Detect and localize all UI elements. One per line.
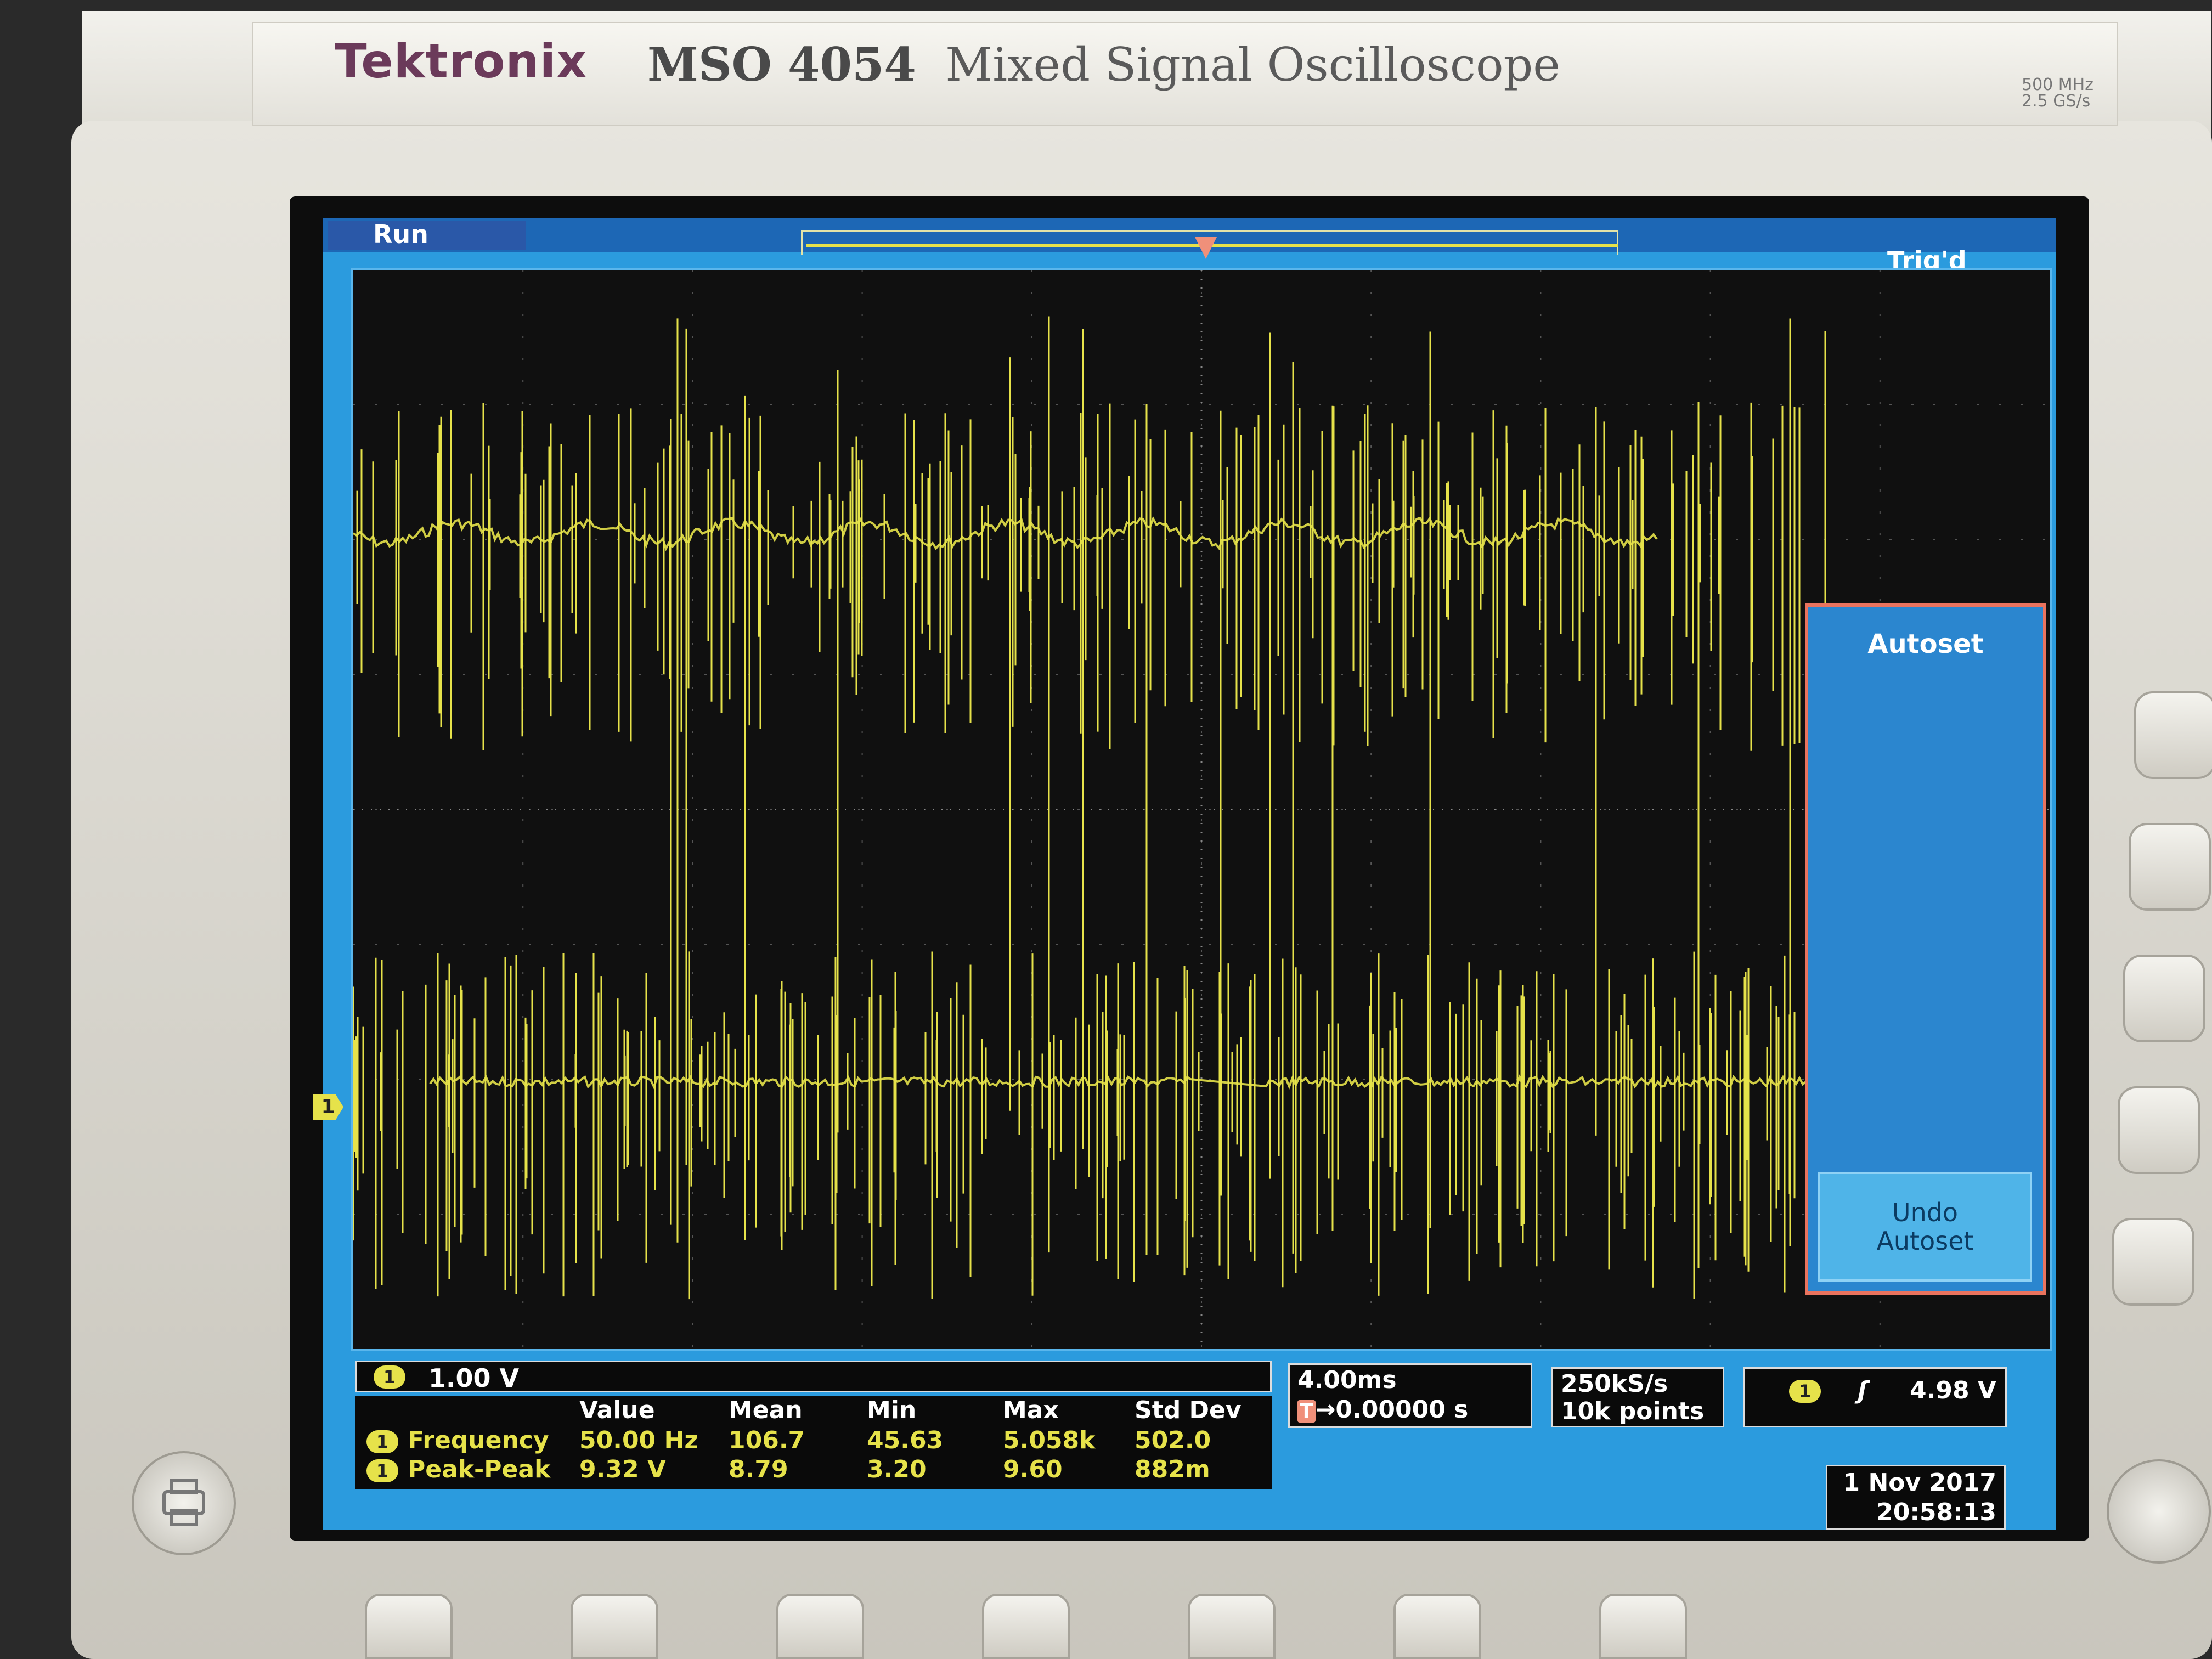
meas-row-1-name: Frequency xyxy=(408,1426,549,1454)
bottom-menu-button-4[interactable] xyxy=(982,1594,1070,1659)
meas-row-2-mean: 8.79 xyxy=(729,1455,788,1483)
side-menu-autoset: Autoset Undo Autoset xyxy=(1805,603,2046,1295)
spec-bandwidth: 500 MHz xyxy=(2022,75,2094,94)
meas-row-1-mean: 106.7 xyxy=(729,1426,805,1454)
timebase-delay: T→0.00000 s xyxy=(1297,1396,1468,1424)
model-number: MSO 4054 xyxy=(647,37,916,92)
print-button[interactable] xyxy=(132,1451,236,1555)
channel-scale-value: 1.00 V xyxy=(428,1363,520,1393)
meas-row-1-std-dev: 502.0 xyxy=(1135,1426,1211,1454)
spec-sample-rate: 2.5 GS/s xyxy=(2022,92,2091,111)
undo-autoset-button[interactable]: Undo Autoset xyxy=(1818,1172,2032,1282)
date-time-readout: 1 Nov 2017 20:58:13 xyxy=(1826,1465,2006,1530)
side-menu-button-2[interactable] xyxy=(2129,823,2211,911)
meas-row-2-max: 9.60 xyxy=(1003,1455,1063,1483)
side-menu-title: Autoset xyxy=(1867,629,1984,659)
channel-1-waveform xyxy=(353,316,1826,1300)
meas-row-1-min: 45.63 xyxy=(867,1426,944,1454)
meas-row-2-value: 9.32 V xyxy=(579,1455,666,1483)
acquisition-readout[interactable]: 250kS/s 10k points xyxy=(1551,1367,1724,1427)
meas-row-1-value: 50.00 Hz xyxy=(579,1426,698,1454)
bottom-menu-button-3[interactable] xyxy=(776,1594,864,1659)
sample-rate: 250kS/s xyxy=(1561,1370,1668,1398)
meas-header-std-dev: Std Dev xyxy=(1135,1396,1242,1424)
channel-scale-readout[interactable]: 1 1.00 V xyxy=(356,1361,1272,1393)
measurement-readout[interactable]: Value Mean Min Max Std Dev 1 Frequency 5… xyxy=(356,1396,1272,1489)
trigger-delay-icon: T xyxy=(1297,1400,1316,1423)
acq-state-label: Run xyxy=(373,219,428,249)
date-label: 1 Nov 2017 xyxy=(1843,1469,1996,1497)
meas-row-2-min: 3.20 xyxy=(867,1455,927,1483)
meas-header-mean: Mean xyxy=(729,1396,803,1424)
meas-row-2-name: Peak-Peak xyxy=(408,1455,551,1483)
model-title: MSO 4054 Mixed Signal Oscilloscope xyxy=(647,37,1560,92)
undo-autoset-line1: Undo xyxy=(1892,1198,1959,1227)
menu-off-button[interactable] xyxy=(2107,1459,2211,1564)
spec-label: 500 MHz 2.5 GS/s xyxy=(2022,77,2094,110)
timebase-delay-value: →0.00000 s xyxy=(1315,1396,1469,1424)
timebase-scale: 4.00ms xyxy=(1297,1366,1397,1394)
timebase-readout[interactable]: 4.00ms T→0.00000 s xyxy=(1288,1363,1532,1428)
meas-header-value: Value xyxy=(579,1396,655,1424)
brand-logo: Tektronix xyxy=(335,34,588,89)
meas-row-2-channel-badge: 1 xyxy=(366,1459,398,1482)
waveform-display xyxy=(353,270,2050,1349)
bottom-menu-button-6[interactable] xyxy=(1393,1594,1481,1659)
trigger-source-badge: 1 xyxy=(1789,1380,1821,1403)
bottom-menu-button-2[interactable] xyxy=(571,1594,658,1659)
record-length: 10k points xyxy=(1561,1397,1705,1425)
time-label: 20:58:13 xyxy=(1876,1498,1996,1526)
bottom-menu-button-1[interactable] xyxy=(365,1594,453,1659)
meas-row-1-max: 5.058k xyxy=(1003,1426,1096,1454)
channel-1-badge: 1 xyxy=(374,1365,405,1389)
printer-icon xyxy=(162,1479,205,1526)
side-menu-button-5[interactable] xyxy=(2112,1218,2194,1306)
side-menu-button-1[interactable] xyxy=(2134,691,2212,779)
trigger-level: 4.98 V xyxy=(1910,1376,1996,1404)
graticule xyxy=(351,268,2052,1351)
meas-row-2-std-dev: 882m xyxy=(1135,1455,1210,1483)
side-menu-button-3[interactable] xyxy=(2123,955,2205,1042)
undo-autoset-line2: Autoset xyxy=(1876,1226,1974,1256)
meas-header-max: Max xyxy=(1003,1396,1059,1424)
bottom-menu-button-7[interactable] xyxy=(1599,1594,1687,1659)
bottom-menu-button-5[interactable] xyxy=(1188,1594,1276,1659)
meas-header-min: Min xyxy=(867,1396,917,1424)
rising-edge-slope-icon: ʃ xyxy=(1858,1376,1868,1404)
trigger-readout[interactable]: 1 ʃ 4.98 V xyxy=(1743,1367,2007,1427)
meas-row-1-channel-badge: 1 xyxy=(366,1430,398,1453)
model-description: Mixed Signal Oscilloscope xyxy=(945,38,1561,92)
side-menu-button-4[interactable] xyxy=(2118,1086,2200,1174)
